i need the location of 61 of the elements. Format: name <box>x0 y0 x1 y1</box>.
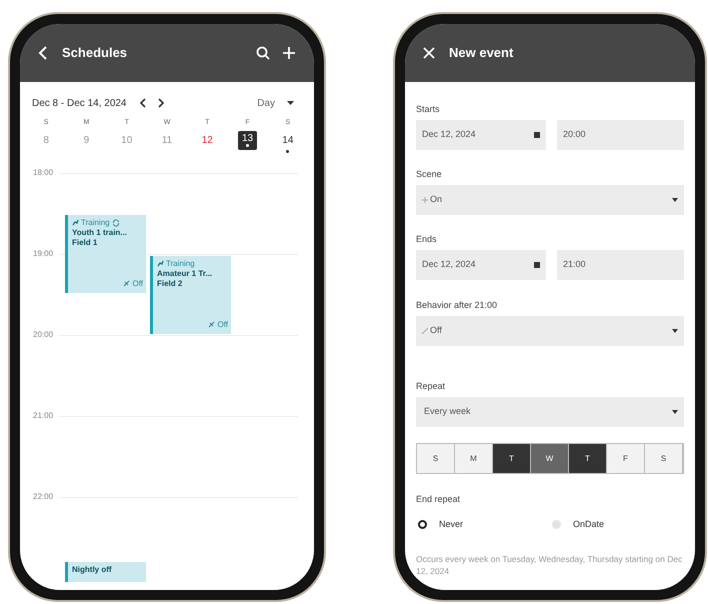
event-category: Training <box>81 218 110 228</box>
next-icon[interactable] <box>156 98 164 108</box>
radio-label: OnDate <box>573 518 604 531</box>
select-field[interactable]: Off <box>416 316 684 346</box>
time-field[interactable]: 21:00 <box>557 250 684 280</box>
event-card[interactable]: Training Amateur 1 Tr... Field 2 Off <box>150 256 231 334</box>
date-field[interactable]: Dec 12, 2024 <box>416 120 546 150</box>
select-field[interactable]: On <box>416 185 684 215</box>
radio-button[interactable] <box>418 520 427 530</box>
date-cell[interactable]: 14 <box>278 130 298 150</box>
calendar-icon <box>534 132 540 138</box>
radio-label: Never <box>439 518 464 531</box>
weekday-toggle[interactable]: F <box>607 444 645 473</box>
event-scene: Off <box>217 320 228 330</box>
select-field[interactable]: Every week <box>416 397 684 427</box>
field-label: Ends <box>416 233 438 245</box>
repeat-summary: Occurs every week on Tuesday, Wednesday, Thursday starting on Dec 12, 2024 <box>416 552 684 576</box>
event-title: Nightly off <box>72 564 113 574</box>
caret-icon <box>672 198 678 202</box>
weekday-toggle[interactable]: T <box>569 444 607 473</box>
close-icon[interactable] <box>423 47 435 59</box>
weekday-toggle[interactable]: S <box>645 444 683 473</box>
field-label: Repeat <box>416 380 446 392</box>
hour-label: 22:00 <box>33 492 54 502</box>
hour-label: 19:00 <box>33 248 54 258</box>
event-category: Training <box>166 258 195 268</box>
add-icon[interactable] <box>282 46 296 60</box>
radio-button[interactable] <box>552 520 561 530</box>
hour-label: 21:00 <box>33 410 54 420</box>
search-icon[interactable] <box>256 46 270 60</box>
caret-icon <box>672 410 678 414</box>
view-dropdown[interactable]: Day <box>257 96 294 110</box>
caret-icon <box>672 329 678 333</box>
field-label: Behavior after 21:00 <box>416 299 498 311</box>
date-range: Dec 8 - Dec 14, 2024 <box>32 96 126 110</box>
caret-icon <box>287 101 294 105</box>
back-icon[interactable] <box>38 46 48 60</box>
event-title: Amateur 1 Tr... <box>157 268 214 278</box>
field-label: End repeat <box>416 493 462 505</box>
previous-icon[interactable] <box>138 98 146 108</box>
time-field[interactable]: 20:00 <box>557 120 684 150</box>
weekday-toggle[interactable]: T <box>493 444 531 473</box>
hour-label: 18:00 <box>33 168 54 178</box>
event-location: Field 1 <box>72 238 98 248</box>
event-location: Field 2 <box>157 278 184 288</box>
date-field[interactable]: Dec 12, 2024 <box>416 250 546 280</box>
event-scene: Off <box>132 278 143 288</box>
field-label: Scene <box>416 168 443 180</box>
field-label: Starts <box>416 103 441 115</box>
date-cell[interactable]: 13 <box>238 130 258 150</box>
weekday-toggle[interactable]: S <box>417 444 455 473</box>
calendar-icon <box>534 262 540 268</box>
weekday-toggle[interactable]: M <box>455 444 493 473</box>
date-cell[interactable]: 12 <box>198 130 217 150</box>
screen-title: New event <box>449 44 514 62</box>
weekday-toggle[interactable]: W <box>531 444 569 473</box>
event-card[interactable]: Nightly off <box>65 562 146 582</box>
screen-title: Schedules <box>62 44 128 62</box>
event-card[interactable]: Training Youth 1 train... Field 1 Off <box>65 214 146 292</box>
hour-label: 20:00 <box>33 330 54 340</box>
event-title: Youth 1 train... <box>72 228 128 238</box>
